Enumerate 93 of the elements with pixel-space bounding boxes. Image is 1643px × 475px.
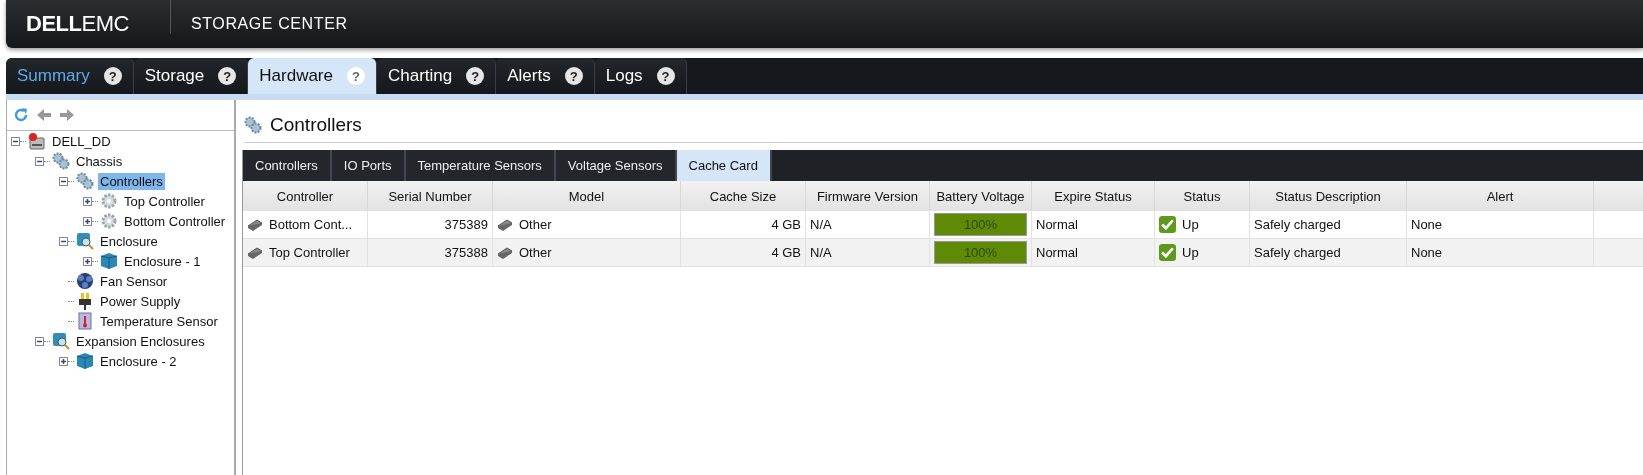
plug-icon <box>76 292 94 310</box>
fan-icon <box>76 272 94 290</box>
gears-icon <box>244 116 262 134</box>
column-header[interactable]: Cache Size <box>681 181 806 211</box>
sub-tab[interactable]: Controllers <box>243 150 332 181</box>
table-cell: Bottom Cont... <box>269 217 353 232</box>
sub-tab[interactable]: IO Ports <box>331 150 406 181</box>
table-cell: None <box>1411 217 1443 232</box>
tab[interactable]: Logs ? <box>594 58 687 94</box>
gear-icon <box>100 212 118 230</box>
table-cell: Safely charged <box>1254 245 1341 260</box>
help-icon[interactable]: ? <box>564 67 583 85</box>
table-cell: Safely charged <box>1254 217 1341 232</box>
table-cell: 4 GB <box>771 217 801 232</box>
help-icon[interactable]: ? <box>218 67 237 85</box>
tab[interactable]: Alerts ? <box>496 58 595 94</box>
column-header[interactable]: Status <box>1155 181 1250 211</box>
sub-tab[interactable]: Voltage Sensors <box>555 150 677 181</box>
tree-item[interactable]: Chassis <box>74 152 125 170</box>
column-header[interactable]: Serial Number <box>368 181 493 211</box>
check-icon <box>1159 244 1176 261</box>
table-cell: Normal <box>1036 245 1078 260</box>
help-icon[interactable]: ? <box>103 67 122 85</box>
table-cell: None <box>1411 245 1443 260</box>
server-icon <box>28 132 46 150</box>
tab[interactable]: Hardware ? <box>248 58 377 94</box>
expand-toggle[interactable] <box>83 216 92 226</box>
cube-icon <box>100 252 118 270</box>
sub-tab[interactable]: Cache Card <box>676 150 772 181</box>
tree-item[interactable]: Top Controller <box>122 192 207 210</box>
tree-item[interactable]: Bottom Controller <box>122 212 228 230</box>
table-cell: Normal <box>1036 217 1078 232</box>
forward-arrow-icon[interactable] <box>59 107 75 123</box>
controller-icon <box>497 246 513 259</box>
thermometer-icon <box>76 312 94 330</box>
gears-icon <box>76 172 94 190</box>
tab[interactable]: Summary ? <box>6 58 134 94</box>
expand-toggle[interactable] <box>35 336 44 346</box>
help-icon[interactable]: ? <box>347 67 365 85</box>
table-cell: Up <box>1182 217 1199 232</box>
controller-icon <box>247 218 263 231</box>
column-header[interactable]: Alert <box>1407 181 1594 211</box>
table-cell: 375389 <box>444 217 488 232</box>
expand-toggle[interactable] <box>35 156 44 166</box>
column-header[interactable]: Controller <box>243 181 368 211</box>
expand-toggle[interactable] <box>59 356 68 366</box>
tree-item[interactable]: Temperature Sensor <box>98 312 220 330</box>
column-header[interactable]: Expire Status <box>1032 181 1155 211</box>
page-title: Controllers <box>270 114 362 136</box>
enclosure-icon <box>52 332 70 350</box>
check-icon <box>1159 216 1176 233</box>
controller-icon <box>247 246 263 259</box>
tab[interactable]: Storage ? <box>133 58 249 94</box>
tree-item[interactable]: Enclosure <box>98 232 160 250</box>
expand-toggle[interactable] <box>83 196 92 206</box>
enclosure-icon <box>76 232 94 250</box>
back-arrow-icon[interactable] <box>36 107 52 123</box>
help-icon[interactable]: ? <box>466 67 485 85</box>
tree-item[interactable]: Power Supply <box>98 292 183 310</box>
table-cell: 4 GB <box>771 245 801 260</box>
expand-toggle[interactable] <box>11 136 20 146</box>
tree-item[interactable]: DELL_DD <box>50 132 113 150</box>
tree-item[interactable]: Fan Sensor <box>98 272 170 290</box>
column-header[interactable]: Battery Voltage <box>930 181 1032 211</box>
tree-item[interactable]: Enclosure - 1 <box>122 252 203 270</box>
expand-toggle[interactable] <box>59 236 68 246</box>
table-cell: 375388 <box>444 245 488 260</box>
column-header[interactable]: Firmware Version <box>806 181 930 211</box>
cube-icon <box>76 352 94 370</box>
product-title: STORAGE CENTER <box>191 15 348 33</box>
help-icon[interactable]: ? <box>656 67 675 85</box>
sub-tab[interactable]: Temperature Sensors <box>405 150 556 181</box>
controller-icon <box>497 218 513 231</box>
expand-toggle[interactable] <box>59 176 68 186</box>
column-header[interactable]: Model <box>493 181 681 211</box>
logo: DELLEMC <box>25 11 130 37</box>
table-cell: Top Controller <box>269 245 350 260</box>
battery-reading: 100% <box>962 245 999 260</box>
tree-item[interactable]: Enclosure - 2 <box>98 352 179 370</box>
gears-icon <box>52 152 70 170</box>
table-cell: Other <box>519 245 552 260</box>
refresh-icon[interactable] <box>13 107 29 123</box>
tab[interactable]: Charting ? <box>377 58 497 94</box>
tree-item[interactable]: Controllers <box>98 172 165 190</box>
table-cell: N/A <box>810 245 832 260</box>
table-cell: Up <box>1182 245 1199 260</box>
gear-icon <box>100 192 118 210</box>
expand-toggle[interactable] <box>83 256 92 266</box>
table-cell: N/A <box>810 217 832 232</box>
tree-item[interactable]: Expansion Enclosures <box>74 332 207 350</box>
column-header[interactable]: Status Description <box>1250 181 1407 211</box>
table-cell: Other <box>519 217 552 232</box>
battery-reading: 100% <box>962 217 999 232</box>
